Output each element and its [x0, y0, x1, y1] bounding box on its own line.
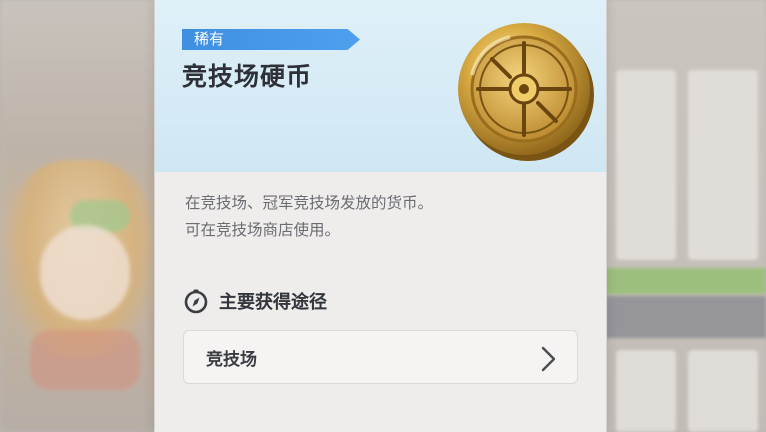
- background-dark-row: [606, 296, 766, 338]
- chevron-right-icon: [541, 346, 556, 372]
- background-panel: [616, 70, 676, 260]
- background-character-scarf: [30, 330, 140, 390]
- background-green-bar: [606, 268, 766, 294]
- arena-coin-icon: [458, 23, 594, 161]
- description-line: 在竞技场、冠军竞技场发放的货币。: [185, 194, 434, 212]
- background-panel: [688, 70, 758, 260]
- item-detail-card: 稀有 竞技场硬币 在竞技场、冠军竞技场发放的货币。 可在竞技场商店使用。 主要获…: [155, 0, 606, 432]
- item-header: 稀有 竞技场硬币: [155, 0, 606, 172]
- item-title: 竞技场硬币: [182, 62, 313, 91]
- compass-icon: [184, 289, 208, 314]
- background-shop-blurred: [606, 0, 766, 432]
- rarity-badge: 稀有: [182, 29, 360, 50]
- background-panel: [688, 350, 758, 432]
- background-panel: [616, 350, 676, 432]
- sources-heading-label: 主要获得途径: [219, 292, 327, 313]
- background-character-blurred: [0, 0, 160, 432]
- source-item-label: 竞技场: [206, 349, 257, 370]
- background-character-face: [40, 225, 130, 320]
- item-description: 在竞技场、冠军竞技场发放的货币。 可在竞技场商店使用。: [185, 190, 585, 244]
- game-screen: 稀有 竞技场硬币 在竞技场、冠军竞技场发放的货币。 可在竞技场商店使用。 主要获…: [0, 0, 766, 432]
- source-item-arena[interactable]: 竞技场: [183, 330, 578, 384]
- description-line: 可在竞技场商店使用。: [185, 221, 341, 239]
- sources-heading: 主要获得途径: [183, 288, 327, 314]
